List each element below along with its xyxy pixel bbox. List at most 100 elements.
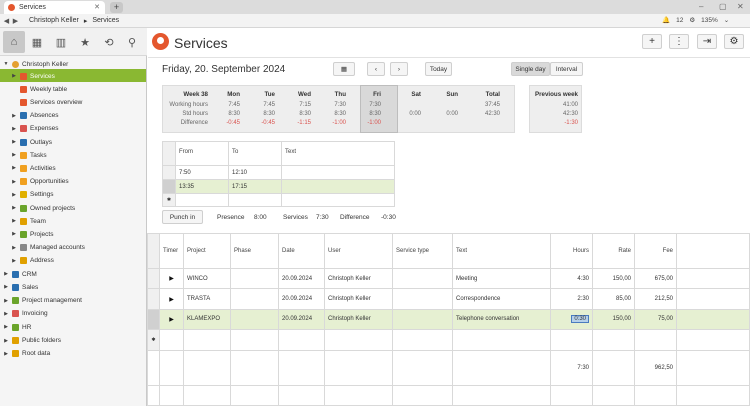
close-icon[interactable]: ✕ (94, 3, 100, 11)
col-fee[interactable]: Fee (634, 233, 677, 269)
fee-cell[interactable]: 75,00 (634, 308, 677, 331)
sidebar-item-7[interactable]: ▶ Activities (11, 162, 56, 174)
text-cell[interactable] (281, 165, 395, 180)
settings-button[interactable]: ⚙ (724, 34, 744, 49)
add-button[interactable]: + (642, 34, 662, 49)
rate-cell[interactable]: 85,00 (592, 288, 635, 310)
row-header[interactable] (147, 267, 160, 290)
chevron-right-icon[interactable]: ▶ (3, 298, 9, 304)
text-cell[interactable]: Telephone conversation (452, 308, 551, 331)
col-rate[interactable]: Rate (592, 233, 635, 269)
fee-cell[interactable]: 675,00 (634, 267, 677, 290)
sidebar-item-9[interactable]: ▶ Settings (11, 189, 54, 201)
row-header[interactable] (162, 179, 176, 194)
table-row[interactable]: 7:50 12:10 (162, 165, 395, 180)
punch-in-button[interactable]: Punch in (162, 210, 203, 224)
close-window-icon[interactable]: ✕ (737, 2, 744, 11)
col-text[interactable]: Text (281, 141, 395, 166)
from-cell[interactable]: 13:35 (175, 179, 229, 194)
sidebar-root-item-6[interactable]: ▶ Root data (3, 348, 50, 360)
hours-value[interactable]: 2:30 (577, 296, 589, 302)
col-to[interactable]: To (228, 141, 282, 166)
text-cell[interactable]: Correspondence (452, 288, 551, 310)
chevron-down-icon[interactable]: ▼ (3, 61, 9, 67)
minimize-icon[interactable]: ‒ (699, 2, 703, 11)
to-cell[interactable] (228, 193, 282, 207)
hours-cell[interactable]: 0:30 (550, 308, 593, 331)
week-day-header[interactable]: Fri (341, 91, 381, 98)
breadcrumb-page[interactable]: Services (92, 17, 119, 25)
chevron-right-icon[interactable]: ▶ (3, 284, 9, 290)
prev-day-button[interactable]: ‹ (367, 62, 385, 76)
chevron-right-icon[interactable]: ▶ (3, 324, 9, 330)
sidebar-item-5[interactable]: ▶ Outlays (11, 136, 52, 148)
week-day-header[interactable]: Wed (271, 91, 311, 98)
rate-cell[interactable]: 150,00 (592, 308, 635, 331)
text-cell[interactable] (281, 193, 395, 207)
week-day-header[interactable]: Sat (381, 91, 421, 98)
calendar-picker-button[interactable]: ▦ (333, 62, 355, 76)
sidebar-root-item-0[interactable]: ▶ CRM (3, 268, 37, 280)
notification-icon[interactable]: 🔔 (662, 16, 670, 24)
row-header[interactable] (162, 165, 176, 180)
col-hours[interactable]: Hours (550, 233, 593, 269)
col-service-type[interactable]: Service type (392, 233, 453, 269)
hours-cell[interactable]: 2:30 (550, 288, 593, 310)
chevron-right-icon[interactable]: ▶ (3, 351, 9, 357)
col-project[interactable]: Project (183, 233, 231, 269)
today-button[interactable]: Today (425, 62, 452, 76)
chevron-right-icon[interactable]: ▶ (3, 271, 9, 277)
sidebar-item-1[interactable]: Weekly table (11, 83, 67, 95)
sidebar-root-item-1[interactable]: ▶ Sales (3, 281, 38, 293)
sidebar-item-6[interactable]: ▶ Tasks (11, 149, 47, 161)
fee-cell[interactable]: 212,50 (634, 288, 677, 310)
chevron-right-icon[interactable]: ▶ (11, 258, 17, 264)
back-icon[interactable]: ◀ (2, 17, 11, 25)
chevron-right-icon[interactable]: ▶ (11, 152, 17, 158)
zoom-level[interactable]: 135% (701, 17, 718, 24)
star-icon[interactable]: ★ (74, 31, 96, 53)
chevron-right-icon[interactable]: ▶ (11, 231, 17, 237)
sidebar-item-14[interactable]: ▶ Address (11, 255, 54, 267)
sidebar-root-item-2[interactable]: ▶ Project management (3, 295, 82, 307)
home-icon[interactable]: ⌂ (3, 31, 25, 53)
chevron-right-icon[interactable]: ▶ (11, 126, 17, 132)
sidebar-root-item-5[interactable]: ▶ Public folders (3, 335, 61, 347)
sidebar-item-0[interactable]: ▶ Services (11, 70, 55, 82)
hours-value[interactable]: 4:30 (577, 276, 589, 282)
week-day-header[interactable]: Total (460, 91, 500, 98)
settings-icon[interactable]: ⚙ (689, 16, 695, 24)
sidebar-item-11[interactable]: ▶ Team (11, 215, 46, 227)
service-type-cell[interactable] (392, 267, 453, 290)
single-day-button[interactable]: Single day (511, 62, 550, 76)
to-cell[interactable]: 12:10 (228, 165, 282, 180)
chevron-down-icon[interactable]: ⌄ (724, 16, 729, 24)
table-row[interactable]: ▶ WINCO 20.09.2024 Christoph Keller Meeting 4… (147, 267, 750, 290)
forward-icon[interactable]: ▶ (11, 17, 20, 25)
sidebar-item-13[interactable]: ▶ Managed accounts (11, 242, 85, 254)
date-cell[interactable]: 20.09.2024 (278, 288, 325, 310)
browser-tab[interactable]: Services ✕ (4, 1, 105, 14)
chevron-right-icon[interactable]: ▶ (3, 338, 9, 344)
chevron-right-icon[interactable]: ▶ (3, 311, 9, 317)
date-cell[interactable]: 20.09.2024 (278, 308, 325, 331)
from-cell[interactable]: 7:50 (175, 165, 229, 180)
chart-icon[interactable]: ▥ (50, 31, 72, 53)
project-cell[interactable]: WINCO (183, 267, 231, 290)
play-icon[interactable]: ▶ (159, 288, 184, 310)
play-icon[interactable]: ▶ (159, 308, 184, 331)
sidebar-item-3[interactable]: ▶ Absences (11, 110, 59, 122)
sidebar-item-2[interactable]: Services overview (11, 96, 82, 108)
chevron-right-icon[interactable]: ▶ (11, 218, 17, 224)
service-type-cell[interactable] (392, 308, 453, 331)
chevron-right-icon[interactable]: ▶ (11, 113, 17, 119)
to-cell[interactable]: 17:15 (228, 179, 282, 194)
new-tab-button[interactable]: + (110, 2, 123, 13)
row-header[interactable] (147, 288, 160, 310)
phase-cell[interactable] (230, 288, 279, 310)
new-row[interactable]: ✱ (147, 329, 750, 351)
maximize-icon[interactable]: ▢ (719, 2, 727, 11)
user-cell[interactable]: Christoph Keller (324, 288, 393, 310)
week-day-header[interactable]: Sun (418, 91, 458, 98)
history-icon[interactable]: ⟲ (98, 31, 120, 53)
